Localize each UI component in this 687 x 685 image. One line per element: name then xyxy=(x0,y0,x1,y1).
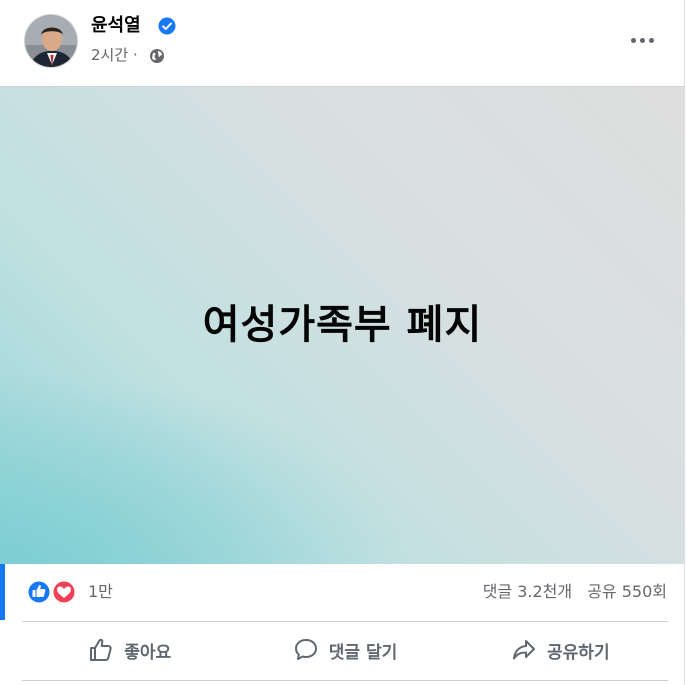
share-button[interactable]: 공유하기 xyxy=(453,622,668,678)
thumbs-up-icon xyxy=(90,638,112,661)
reactions-summary[interactable] xyxy=(26,579,78,605)
post-meta: 2시간 · xyxy=(91,44,138,66)
image-headline: 여성가족부 폐지 xyxy=(202,302,483,348)
more-options-button[interactable] xyxy=(624,26,660,54)
more-horizontal-icon xyxy=(630,37,636,43)
avatar[interactable] xyxy=(24,14,78,68)
share-label: 공유하기 xyxy=(547,642,610,663)
post-card: 윤석열 2시간 · 여성가족부 폐지 1만 댓글 3.2천개 공유 550회 좋… xyxy=(0,0,685,685)
engagement-counts: 댓글 3.2천개 공유 550회 xyxy=(473,581,667,603)
action-bar: 좋아요 댓글 달기 공유하기 xyxy=(22,622,668,678)
post-header: 윤석열 2시간 · xyxy=(0,0,685,86)
reaction-count[interactable]: 1만 xyxy=(88,581,113,603)
meta-separator: · xyxy=(132,46,138,64)
comment-icon xyxy=(294,639,317,660)
post-stats: 1만 댓글 3.2천개 공유 550회 xyxy=(0,564,685,620)
love-reaction-icon xyxy=(51,579,77,605)
author-name[interactable]: 윤석열 xyxy=(91,13,141,39)
like-label: 좋아요 xyxy=(124,642,172,663)
verified-badge-icon xyxy=(158,17,176,35)
post-time[interactable]: 2시간 xyxy=(91,46,128,64)
globe-icon[interactable] xyxy=(149,48,165,64)
comment-count[interactable]: 댓글 3.2천개 xyxy=(483,582,572,601)
comment-button[interactable]: 댓글 달기 xyxy=(237,622,452,678)
like-reaction-icon xyxy=(26,579,52,605)
like-button[interactable]: 좋아요 xyxy=(22,622,237,678)
share-count[interactable]: 공유 550회 xyxy=(587,582,667,601)
comment-label: 댓글 달기 xyxy=(328,642,398,663)
share-icon xyxy=(513,640,536,660)
divider xyxy=(22,680,668,681)
post-image[interactable]: 여성가족부 폐지 xyxy=(0,86,685,564)
